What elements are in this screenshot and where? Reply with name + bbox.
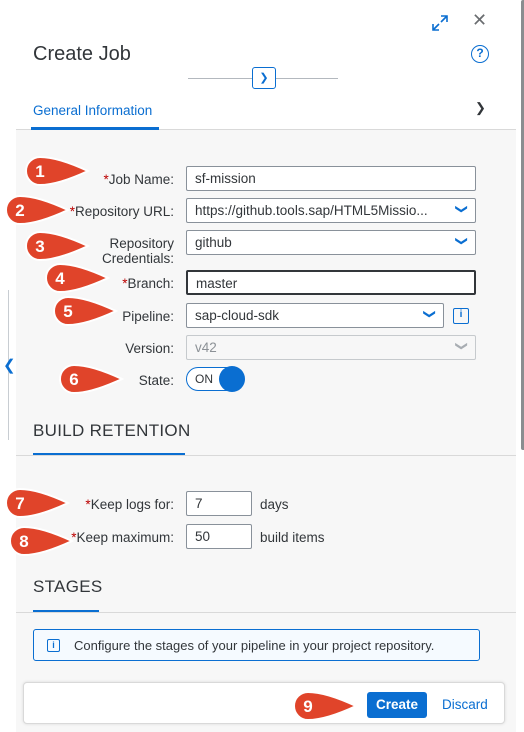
keep-maximum-unit: build items <box>260 530 325 545</box>
dialog-footer: Create Discard <box>23 682 505 724</box>
callout-marker-4: 4 <box>45 262 111 294</box>
switch-knob <box>219 366 245 392</box>
callout-marker-7: 7 <box>5 487 71 519</box>
tab-general-information[interactable]: General Information <box>33 103 152 118</box>
state-switch[interactable]: ON <box>186 366 245 392</box>
build-retention-title: BUILD RETENTION <box>33 421 191 440</box>
chevron-down-icon: ❯ <box>454 340 469 352</box>
pipeline-select[interactable]: sap-cloud-sdk ❯ <box>186 303 444 328</box>
stages-title: STAGES <box>33 577 103 596</box>
collapse-header-button[interactable]: ❯ <box>252 67 276 89</box>
callout-marker-5: 5 <box>53 295 119 327</box>
create-button[interactable]: Create <box>367 692 427 718</box>
callout-number: 9 <box>303 697 312 716</box>
close-icon[interactable]: ✕ <box>472 10 487 31</box>
state-switch-text: ON <box>195 372 213 386</box>
section-divider <box>16 455 516 456</box>
stages-info-text: Configure the stages of your pipeline in… <box>74 638 435 653</box>
callout-marker-1: 1 <box>25 155 91 187</box>
repository-credentials-select[interactable]: github ❯ <box>186 230 476 255</box>
tab-underline <box>31 127 159 130</box>
keep-logs-input[interactable]: 7 <box>186 491 252 516</box>
info-icon[interactable]: i <box>453 308 469 324</box>
callout-marker-6: 6 <box>59 363 125 395</box>
callout-marker-2: 2 <box>5 194 71 226</box>
discard-button[interactable]: Discard <box>442 692 488 718</box>
left-edge: ❮ <box>0 0 16 732</box>
section-divider <box>16 612 516 613</box>
page-title: Create Job <box>33 43 131 65</box>
help-icon[interactable]: ? <box>471 45 489 63</box>
version-select: v42 ❯ <box>186 335 476 360</box>
keep-maximum-input[interactable]: 50 <box>186 524 252 549</box>
callout-number: 8 <box>19 532 28 551</box>
dialog-header: Create Job ✕ ? ❯ General Information ❯ <box>16 0 516 130</box>
callout-marker-8: 8 <box>9 525 75 557</box>
info-icon: i <box>47 639 60 652</box>
chevron-down-icon: ❯ <box>422 308 437 320</box>
pipeline-value: sap-cloud-sdk <box>195 308 280 323</box>
job-name-input[interactable]: sf-mission <box>186 166 476 191</box>
version-value: v42 <box>195 340 217 355</box>
chevron-down-icon: ❯ <box>454 203 469 215</box>
repository-url-value: https://github.tools.sap/HTML5Missio... <box>195 203 428 218</box>
callout-number: 4 <box>55 269 65 288</box>
version-label: Version: <box>125 341 174 356</box>
callout-marker-3: 3 <box>25 230 91 262</box>
chevron-left-icon[interactable]: ❮ <box>3 356 16 374</box>
callout-number: 6 <box>69 370 78 389</box>
stages-info-strip: i Configure the stages of your pipeline … <box>33 629 480 661</box>
repository-credentials-value: github <box>195 235 232 250</box>
expand-icon[interactable] <box>430 13 450 33</box>
repository-url-select[interactable]: https://github.tools.sap/HTML5Missio... … <box>186 198 476 223</box>
branch-input[interactable]: master <box>186 270 476 295</box>
chevron-down-icon[interactable]: ❯ <box>475 100 486 116</box>
callout-number: 5 <box>63 302 72 321</box>
keep-logs-unit: days <box>260 497 289 512</box>
callout-marker-9: 9 <box>293 690 359 722</box>
callout-number: 1 <box>35 162 44 181</box>
chevron-down-icon: ❯ <box>454 235 469 247</box>
callout-number: 2 <box>15 201 24 220</box>
callout-number: 3 <box>35 237 44 256</box>
callout-number: 7 <box>15 494 24 513</box>
